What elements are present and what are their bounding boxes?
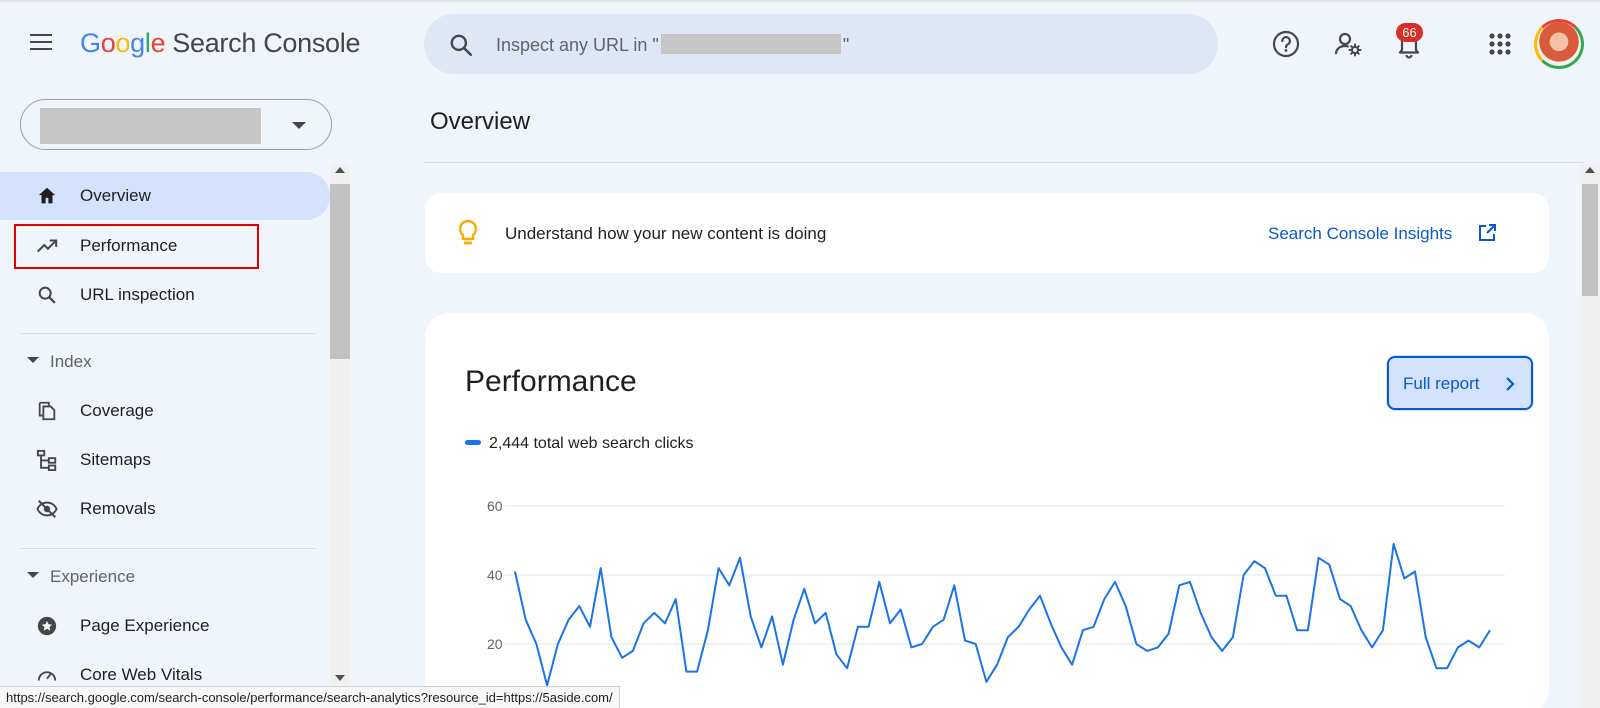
performance-card: Performance Full report 2,444 total web … <box>425 313 1549 708</box>
status-bar-url: https://search.google.com/search-console… <box>0 686 620 708</box>
sidebar-item-label: Page Experience <box>80 616 210 635</box>
account-avatar[interactable] <box>1534 19 1584 69</box>
scroll-up-arrow-icon[interactable] <box>1585 167 1595 173</box>
full-report-label: Full report <box>1403 374 1480 393</box>
sidebar-item-label: Sitemaps <box>80 450 151 469</box>
sidebar-scrollbar-thumb[interactable] <box>330 184 350 359</box>
copy-pages-icon <box>38 401 56 421</box>
logo-letter: g <box>130 28 145 58</box>
main-scrollbar-thumb[interactable] <box>1582 184 1598 296</box>
sidebar-divider <box>20 333 316 334</box>
logo-letter: e <box>150 28 166 58</box>
chevron-right-icon <box>1506 377 1515 391</box>
logo-letter: o <box>115 28 131 58</box>
help-icon[interactable] <box>1270 28 1302 60</box>
caret-down-icon <box>27 357 39 363</box>
search-input[interactable]: Inspect any URL in " " <box>496 34 849 56</box>
y-tick-label: 40 <box>487 567 503 583</box>
property-selector[interactable] <box>20 99 332 150</box>
sidebar-item-label: Coverage <box>80 401 154 420</box>
performance-line-chart[interactable]: 20 40 60 <box>425 463 1549 693</box>
sidebar-item-url-inspection[interactable]: URL inspection <box>0 271 330 319</box>
open-in-new-icon[interactable] <box>1477 223 1497 243</box>
lightbulb-icon <box>458 219 478 245</box>
chevron-down-icon <box>292 122 306 129</box>
sidebar-item-label: Removals <box>80 499 156 518</box>
redacted-property <box>660 34 841 54</box>
product-name: Search Console <box>172 28 361 58</box>
y-tick-label: 60 <box>487 498 503 514</box>
eye-off-icon <box>36 500 58 518</box>
sidebar-divider <box>20 548 316 549</box>
search-icon <box>450 34 473 57</box>
sidebar-item-page-experience[interactable]: Page Experience <box>0 602 330 650</box>
sidebar-item-coverage[interactable]: Coverage <box>0 387 330 435</box>
apps-grid-icon[interactable] <box>1484 28 1516 60</box>
sidebar-item-label: Core Web Vitals <box>80 665 203 684</box>
redacted-property-name <box>40 108 261 144</box>
search-placeholder-prefix: Inspect any URL in " <box>496 35 659 55</box>
home-icon <box>38 187 56 204</box>
full-report-button[interactable]: Full report <box>1387 356 1533 410</box>
sidebar-item-sitemaps[interactable]: Sitemaps <box>0 436 330 484</box>
search-icon <box>38 286 56 304</box>
sidebar-section-label: Index <box>50 352 92 371</box>
sidebar-section-index[interactable]: Index <box>0 342 330 382</box>
legend-swatch <box>465 440 481 445</box>
sidebar-scrollbar[interactable] <box>330 164 350 684</box>
top-app-bar: Google Search Console Inspect any URL in … <box>0 0 1600 84</box>
menu-icon[interactable] <box>30 32 60 54</box>
search-console-insights-link[interactable]: Search Console Insights <box>1268 224 1452 244</box>
sitemap-icon <box>36 449 57 471</box>
header-divider <box>424 162 1584 163</box>
legend-label: 2,444 total web search clicks <box>489 435 694 452</box>
search-placeholder-suffix: " <box>842 35 850 55</box>
sidebar-item-label: URL inspection <box>80 285 195 304</box>
chart-legend[interactable]: 2,444 total web search clicks <box>465 435 694 453</box>
sidebar-item-removals[interactable]: Removals <box>0 485 330 533</box>
y-tick-label: 20 <box>487 636 503 652</box>
sidebar-section-experience[interactable]: Experience <box>0 557 330 597</box>
insights-banner: Understand how your new content is doing… <box>425 193 1549 273</box>
sidebar-section-label: Experience <box>50 567 136 586</box>
clicks-series-line[interactable] <box>514 542 1491 687</box>
caret-down-icon <box>27 572 39 578</box>
url-inspection-search[interactable]: Inspect any URL in " " <box>424 14 1218 74</box>
page-title: Overview <box>430 108 531 135</box>
performance-highlight-box <box>14 224 259 269</box>
sidebar-item-core-web-vitals[interactable]: Core Web Vitals <box>0 651 330 684</box>
manage-users-icon[interactable] <box>1332 28 1364 60</box>
speed-gauge-icon <box>37 671 57 681</box>
insights-text: Understand how your new content is doing <box>505 224 827 243</box>
scroll-down-arrow-icon[interactable] <box>335 675 345 681</box>
notification-badge: 66 <box>1396 23 1423 42</box>
star-badge-icon <box>37 616 57 636</box>
logo-letter: G <box>80 28 101 58</box>
sidebar-item-overview[interactable]: Overview <box>0 172 330 220</box>
logo-letter: o <box>100 28 116 58</box>
sidebar-item-label: Overview <box>80 186 151 205</box>
performance-title: Performance <box>465 365 637 398</box>
main-scrollbar[interactable] <box>1580 164 1600 708</box>
search-console-logo[interactable]: Google Search Console <box>80 28 361 59</box>
scroll-up-arrow-icon[interactable] <box>335 167 345 173</box>
